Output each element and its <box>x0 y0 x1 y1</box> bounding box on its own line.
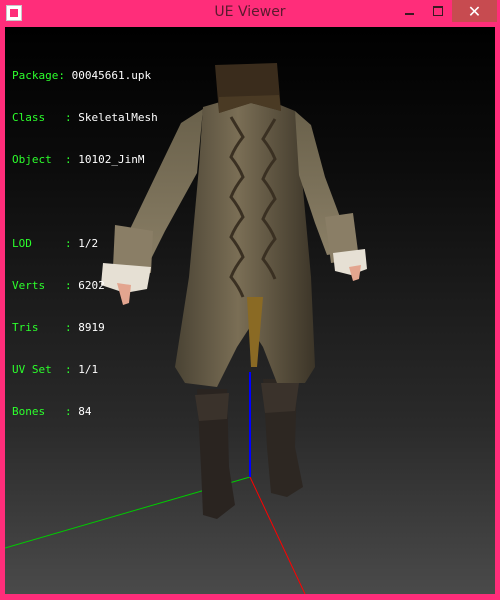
info-verts-value: 6202 <box>78 279 105 292</box>
minimize-button[interactable] <box>395 0 423 22</box>
info-package-label: Package: <box>12 69 72 82</box>
right-hand <box>349 265 361 281</box>
info-uvset-value: 1/1 <box>78 363 99 376</box>
info-tris-label: Tris : <box>12 321 79 334</box>
close-button[interactable]: ✕ <box>452 0 497 22</box>
info-bones-label: Bones : <box>12 405 79 418</box>
3d-viewport[interactable]: Package: 00045661.upk Class : SkeletalMe… <box>5 27 495 594</box>
minimize-icon <box>404 13 414 15</box>
left-boot-cuff <box>195 393 229 421</box>
right-boot-cuff <box>261 383 299 413</box>
info-lod: LOD : 1/2 <box>12 237 158 251</box>
title-bar[interactable]: UE Viewer ✕ <box>0 0 500 27</box>
info-tris: Tris : 8919 <box>12 321 158 335</box>
right-ruffle <box>333 249 367 275</box>
app-window: UE Viewer ✕ Package: 00045661.upk Class … <box>0 0 500 600</box>
mesh-info-overlay: Package: 00045661.upk Class : SkeletalMe… <box>12 41 158 447</box>
info-bones-value: 84 <box>78 405 92 418</box>
info-spacer <box>12 195 158 209</box>
info-verts-label: Verts : <box>12 279 79 292</box>
info-lod-value: 1/2 <box>78 237 99 250</box>
info-tris-value: 8919 <box>78 321 105 334</box>
maximize-icon <box>433 6 443 16</box>
info-class: Class : SkeletalMesh <box>12 111 158 125</box>
info-uvset-label: UV Set : <box>12 363 79 376</box>
info-object: Object : 10102_JinM <box>12 153 158 167</box>
info-package-value: 00045661.upk <box>71 69 152 82</box>
info-bones: Bones : 84 <box>12 405 158 419</box>
info-object-label: Object : <box>12 153 79 166</box>
info-uvset: UV Set : 1/1 <box>12 363 158 377</box>
info-object-value: 10102_JinM <box>78 153 145 166</box>
close-icon: ✕ <box>467 1 482 21</box>
maximize-button[interactable] <box>424 0 452 22</box>
info-class-label: Class : <box>12 111 79 124</box>
info-verts: Verts : 6202 <box>12 279 158 293</box>
info-lod-label: LOD : <box>12 237 79 250</box>
info-package: Package: 00045661.upk <box>12 69 158 83</box>
info-class-value: SkeletalMesh <box>78 111 158 124</box>
